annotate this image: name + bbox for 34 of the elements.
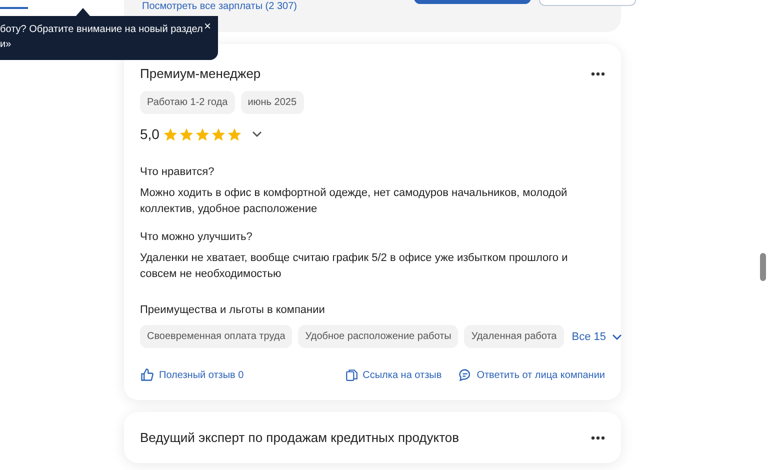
- reply-link[interactable]: Ответить от лица компании: [458, 368, 605, 382]
- rating-value: 5,0: [140, 126, 160, 142]
- benefit-tag: Своевременная оплата труда: [140, 325, 292, 348]
- star-icon: [211, 126, 226, 142]
- section-heading: Преимущества и льготы в компании: [140, 304, 326, 316]
- more-options-icon[interactable]: [591, 436, 605, 440]
- tooltip-text: и»: [0, 38, 12, 52]
- review-text: Удаленки не хватает, вообще считаю график 5/2 в офисе уже избытком прошлого и совсем не необходимостью: [140, 251, 569, 282]
- copy-icon: [344, 368, 358, 382]
- review-tag: Работаю 1-2 года: [140, 91, 235, 114]
- review-tag: июнь 2025: [240, 91, 304, 114]
- star-icon: [179, 126, 194, 142]
- scrollbar-thumb[interactable]: [760, 253, 766, 281]
- review-link[interactable]: Ссылка на отзыв: [344, 368, 442, 382]
- review-text: Можно ходить в офис в комфортной одежде, нет самодуров начальников, молодой коллектив, удобное расположение: [140, 186, 568, 217]
- chat-icon: [458, 368, 472, 382]
- star-icon: [163, 126, 178, 142]
- review-title: Премиум-менеджер: [140, 66, 261, 81]
- useful-review-link[interactable]: Полезный отзыв 0: [140, 368, 244, 382]
- thumbs-up-icon: [140, 368, 154, 382]
- close-button[interactable]: ×: [204, 19, 211, 33]
- chevron-down-icon: [252, 131, 262, 137]
- section-heading: Что нравится?: [140, 166, 216, 178]
- section-heading: Что можно улучшить?: [140, 231, 254, 243]
- chevron-down-icon: [612, 334, 622, 340]
- show-all-button[interactable]: Все 15: [570, 330, 622, 342]
- more-options-icon[interactable]: [591, 72, 605, 76]
- review-title: Ведущий эксперт по продажам кредитных продуктов: [140, 430, 460, 445]
- benefit-tag: Удаленная работа: [464, 325, 564, 348]
- all-salaries-link[interactable]: Посмотреть все зарплаты (2 307): [142, 1, 297, 12]
- benefit-tag: Удобное расположение работы: [298, 325, 458, 348]
- star-icon: [227, 126, 242, 142]
- star-icon: [195, 126, 210, 142]
- tooltip-text: боту? Обратите внимание на новый раздел: [0, 23, 203, 37]
